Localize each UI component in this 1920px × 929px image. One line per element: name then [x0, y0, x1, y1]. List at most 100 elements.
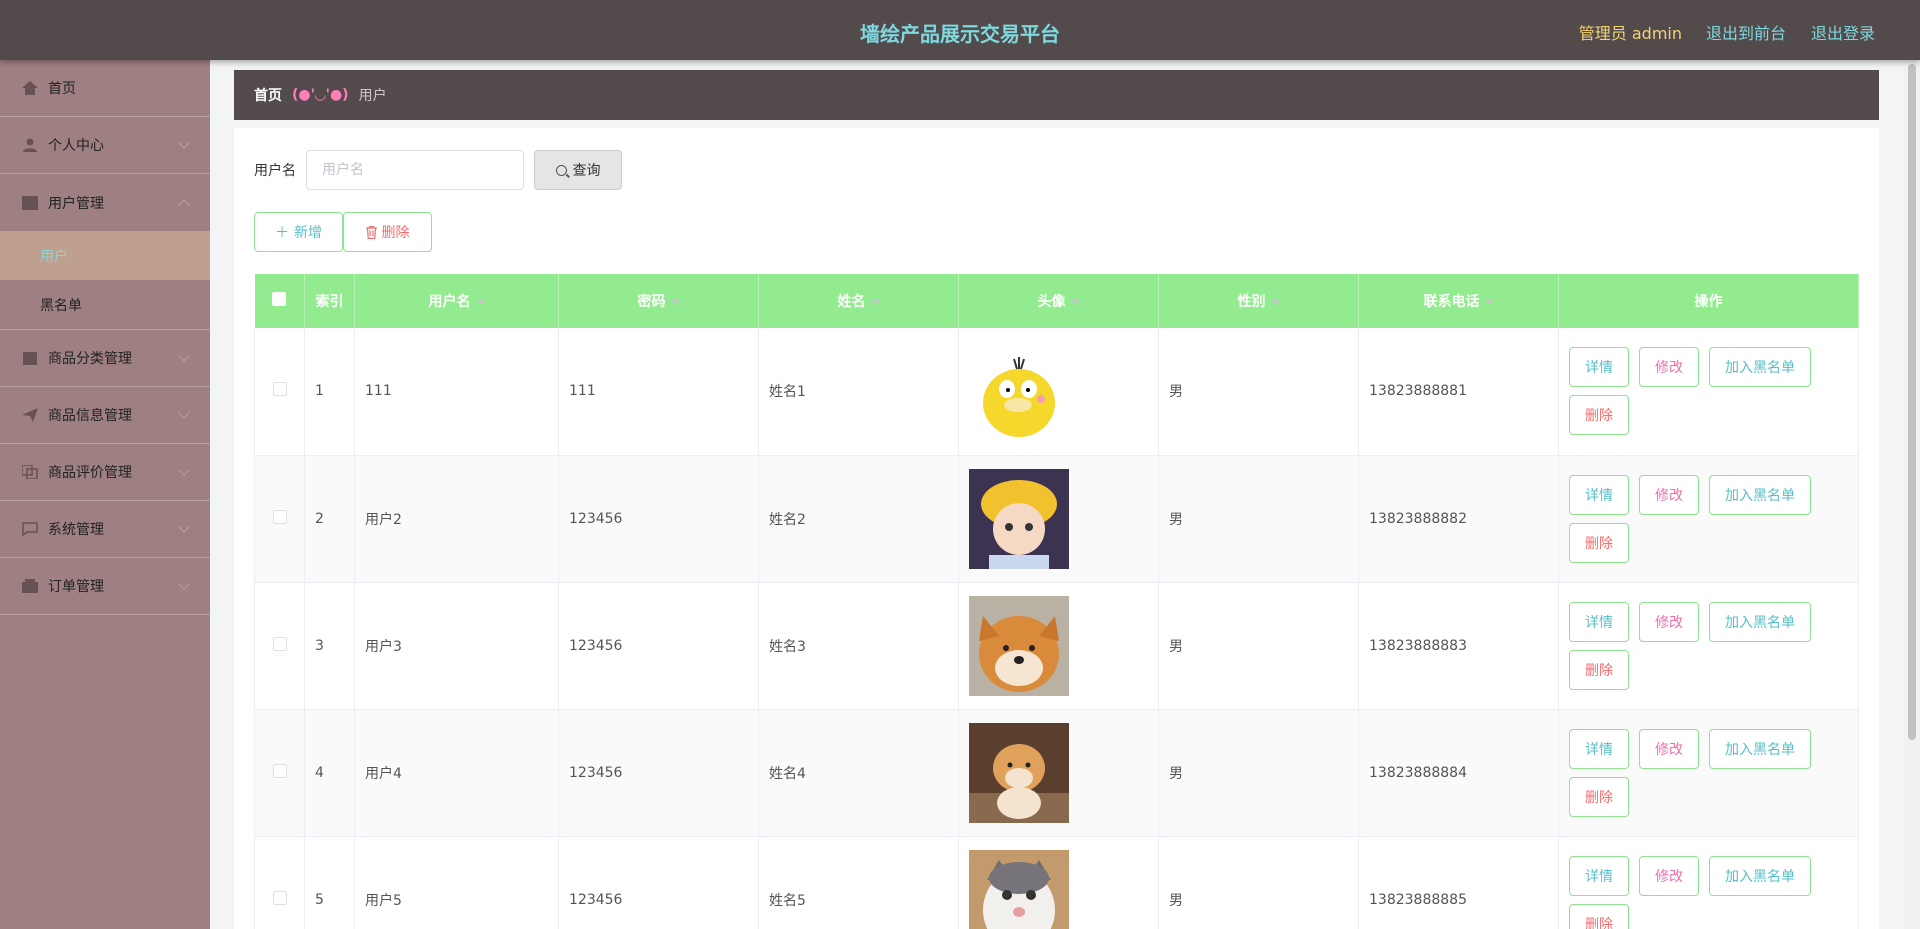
search-input[interactable] [306, 150, 524, 190]
delete-row-button[interactable]: 删除 [1569, 649, 1629, 690]
row-checkbox[interactable] [272, 636, 287, 651]
delete-row-button[interactable]: 删除 [1569, 522, 1629, 563]
logout-link[interactable]: 退出登录 [1811, 20, 1875, 44]
cell-name: 姓名1 [758, 328, 959, 456]
sidebar-item-label: 首页 [48, 81, 76, 97]
box-icon [22, 579, 38, 593]
col-username[interactable]: 用户名 [354, 274, 559, 328]
cell-name: 姓名4 [758, 709, 959, 837]
row-checkbox[interactable] [272, 890, 287, 905]
search-label: 用户名 [254, 163, 296, 179]
content-panel: 用户名 查询 ＋ 新增 删除 索引 用户名 密码 姓名 [234, 128, 1879, 929]
page-scrollbar[interactable] [1904, 60, 1920, 929]
detail-button[interactable]: 详情 [1569, 601, 1629, 642]
sidebar-item-label: 订单管理 [48, 579, 104, 595]
delete-row-button[interactable]: 删除 [1569, 903, 1629, 929]
sidebar-item-reviews[interactable]: 商品评价管理 [0, 444, 210, 501]
sidebar-subitem-users[interactable]: 用户 [0, 231, 210, 280]
select-all-cell [254, 274, 305, 328]
cell-index: 1 [304, 328, 355, 456]
admin-label: 管理员 admin [1578, 24, 1682, 43]
cell-phone: 13823888885 [1358, 836, 1559, 929]
chat-icon [22, 522, 38, 536]
sidebar-item-category[interactable]: 商品分类管理 [0, 330, 210, 387]
detail-button[interactable]: 详情 [1569, 474, 1629, 515]
blacklist-button[interactable]: 加入黑名单 [1709, 474, 1811, 515]
blacklist-button[interactable]: 加入黑名单 [1709, 728, 1811, 769]
avatar-image [969, 595, 1148, 696]
plus-icon: ＋ [275, 225, 289, 241]
edit-button[interactable]: 修改 [1639, 347, 1699, 388]
col-avatar[interactable]: 头像 [958, 274, 1159, 328]
cell-actions: 详情 修改 加入黑名单 删除 [1558, 836, 1859, 929]
col-gender[interactable]: 性别 [1158, 274, 1359, 328]
query-button-label: 查询 [572, 163, 601, 179]
cell-username: 用户4 [354, 709, 559, 837]
row-actions: 详情 修改 加入黑名单 删除 [1569, 347, 1829, 436]
sort-icon [1271, 299, 1280, 305]
add-button[interactable]: ＋ 新增 [254, 212, 343, 252]
sidebar-item-profile[interactable]: 个人中心 [0, 117, 210, 174]
cell-password: 111 [558, 328, 759, 456]
scrollbar-thumb[interactable] [1908, 64, 1916, 740]
cell-phone: 13823888881 [1358, 328, 1559, 456]
batch-delete-button[interactable]: 删除 [343, 212, 432, 252]
blacklist-button[interactable]: 加入黑名单 [1709, 601, 1811, 642]
avatar-image [969, 341, 1148, 442]
select-all-checkbox[interactable] [272, 292, 287, 306]
sidebar-item-goods[interactable]: 商品信息管理 [0, 387, 210, 444]
cell-name: 姓名3 [758, 582, 959, 710]
sidebar-item-label: 商品信息管理 [48, 408, 132, 424]
edit-button[interactable]: 修改 [1639, 474, 1699, 515]
row-select-cell [254, 709, 305, 837]
top-header: 墙绘产品展示交易平台 管理员 admin 退出到前台 退出登录 [0, 0, 1920, 60]
sidebar-item-system[interactable]: 系统管理 [0, 501, 210, 558]
row-select-cell [254, 455, 305, 583]
delete-row-button[interactable]: 删除 [1569, 776, 1629, 817]
delete-row-button[interactable]: 删除 [1569, 395, 1629, 436]
cell-phone: 13823888883 [1358, 582, 1559, 710]
detail-button[interactable]: 详情 [1569, 347, 1629, 388]
chevron-down-icon [178, 464, 190, 476]
col-password[interactable]: 密码 [558, 274, 759, 328]
chevron-up-icon [178, 199, 190, 211]
edit-button[interactable]: 修改 [1639, 601, 1699, 642]
breadcrumb: 首页 (●'◡'●) 用户 [234, 70, 1879, 120]
sidebar: 首页 个人中心 用户管理 用户 黑名单 商品分类管理 商品信息管理 商品评价管理… [0, 60, 210, 929]
sidebar-item-user-management[interactable]: 用户管理 [0, 174, 210, 231]
sidebar-subitem-blacklist[interactable]: 黑名单 [0, 280, 210, 329]
table-row: 2 用户2 123456 姓名2 男 13823888882 详情 修改 加入黑… [254, 455, 1859, 583]
cell-username: 用户2 [354, 455, 559, 583]
blacklist-button[interactable]: 加入黑名单 [1709, 855, 1811, 896]
row-actions: 详情 修改 加入黑名单 删除 [1569, 474, 1829, 563]
sidebar-item-home[interactable]: 首页 [0, 60, 210, 117]
cell-index: 3 [304, 582, 355, 710]
col-phone[interactable]: 联系电话 [1358, 274, 1559, 328]
add-button-label: 新增 [294, 225, 322, 241]
sidebar-item-orders[interactable]: 订单管理 [0, 558, 210, 615]
edit-button[interactable]: 修改 [1639, 855, 1699, 896]
cell-password: 123456 [558, 455, 759, 583]
cell-username: 用户3 [354, 582, 559, 710]
cell-password: 123456 [558, 709, 759, 837]
breadcrumb-current: 用户 [358, 88, 387, 104]
sidebar-item-label: 商品分类管理 [48, 351, 132, 367]
cell-actions: 详情 修改 加入黑名单 删除 [1558, 709, 1859, 837]
col-name[interactable]: 姓名 [758, 274, 959, 328]
front-link[interactable]: 退出到前台 [1706, 20, 1786, 44]
row-checkbox[interactable] [272, 382, 287, 397]
breadcrumb-home[interactable]: 首页 [254, 85, 282, 105]
row-checkbox[interactable] [272, 763, 287, 778]
col-avatar-label: 头像 [1037, 294, 1066, 310]
detail-button[interactable]: 详情 [1569, 855, 1629, 896]
blacklist-button[interactable]: 加入黑名单 [1709, 347, 1811, 388]
home-icon [22, 81, 38, 95]
row-checkbox[interactable] [272, 509, 287, 524]
row-actions: 详情 修改 加入黑名单 删除 [1569, 855, 1829, 929]
detail-button[interactable]: 详情 [1569, 728, 1629, 769]
cell-index: 4 [304, 709, 355, 837]
cell-gender: 男 [1158, 328, 1359, 456]
edit-button[interactable]: 修改 [1639, 728, 1699, 769]
query-button[interactable]: 查询 [534, 150, 622, 190]
cell-gender: 男 [1158, 836, 1359, 929]
